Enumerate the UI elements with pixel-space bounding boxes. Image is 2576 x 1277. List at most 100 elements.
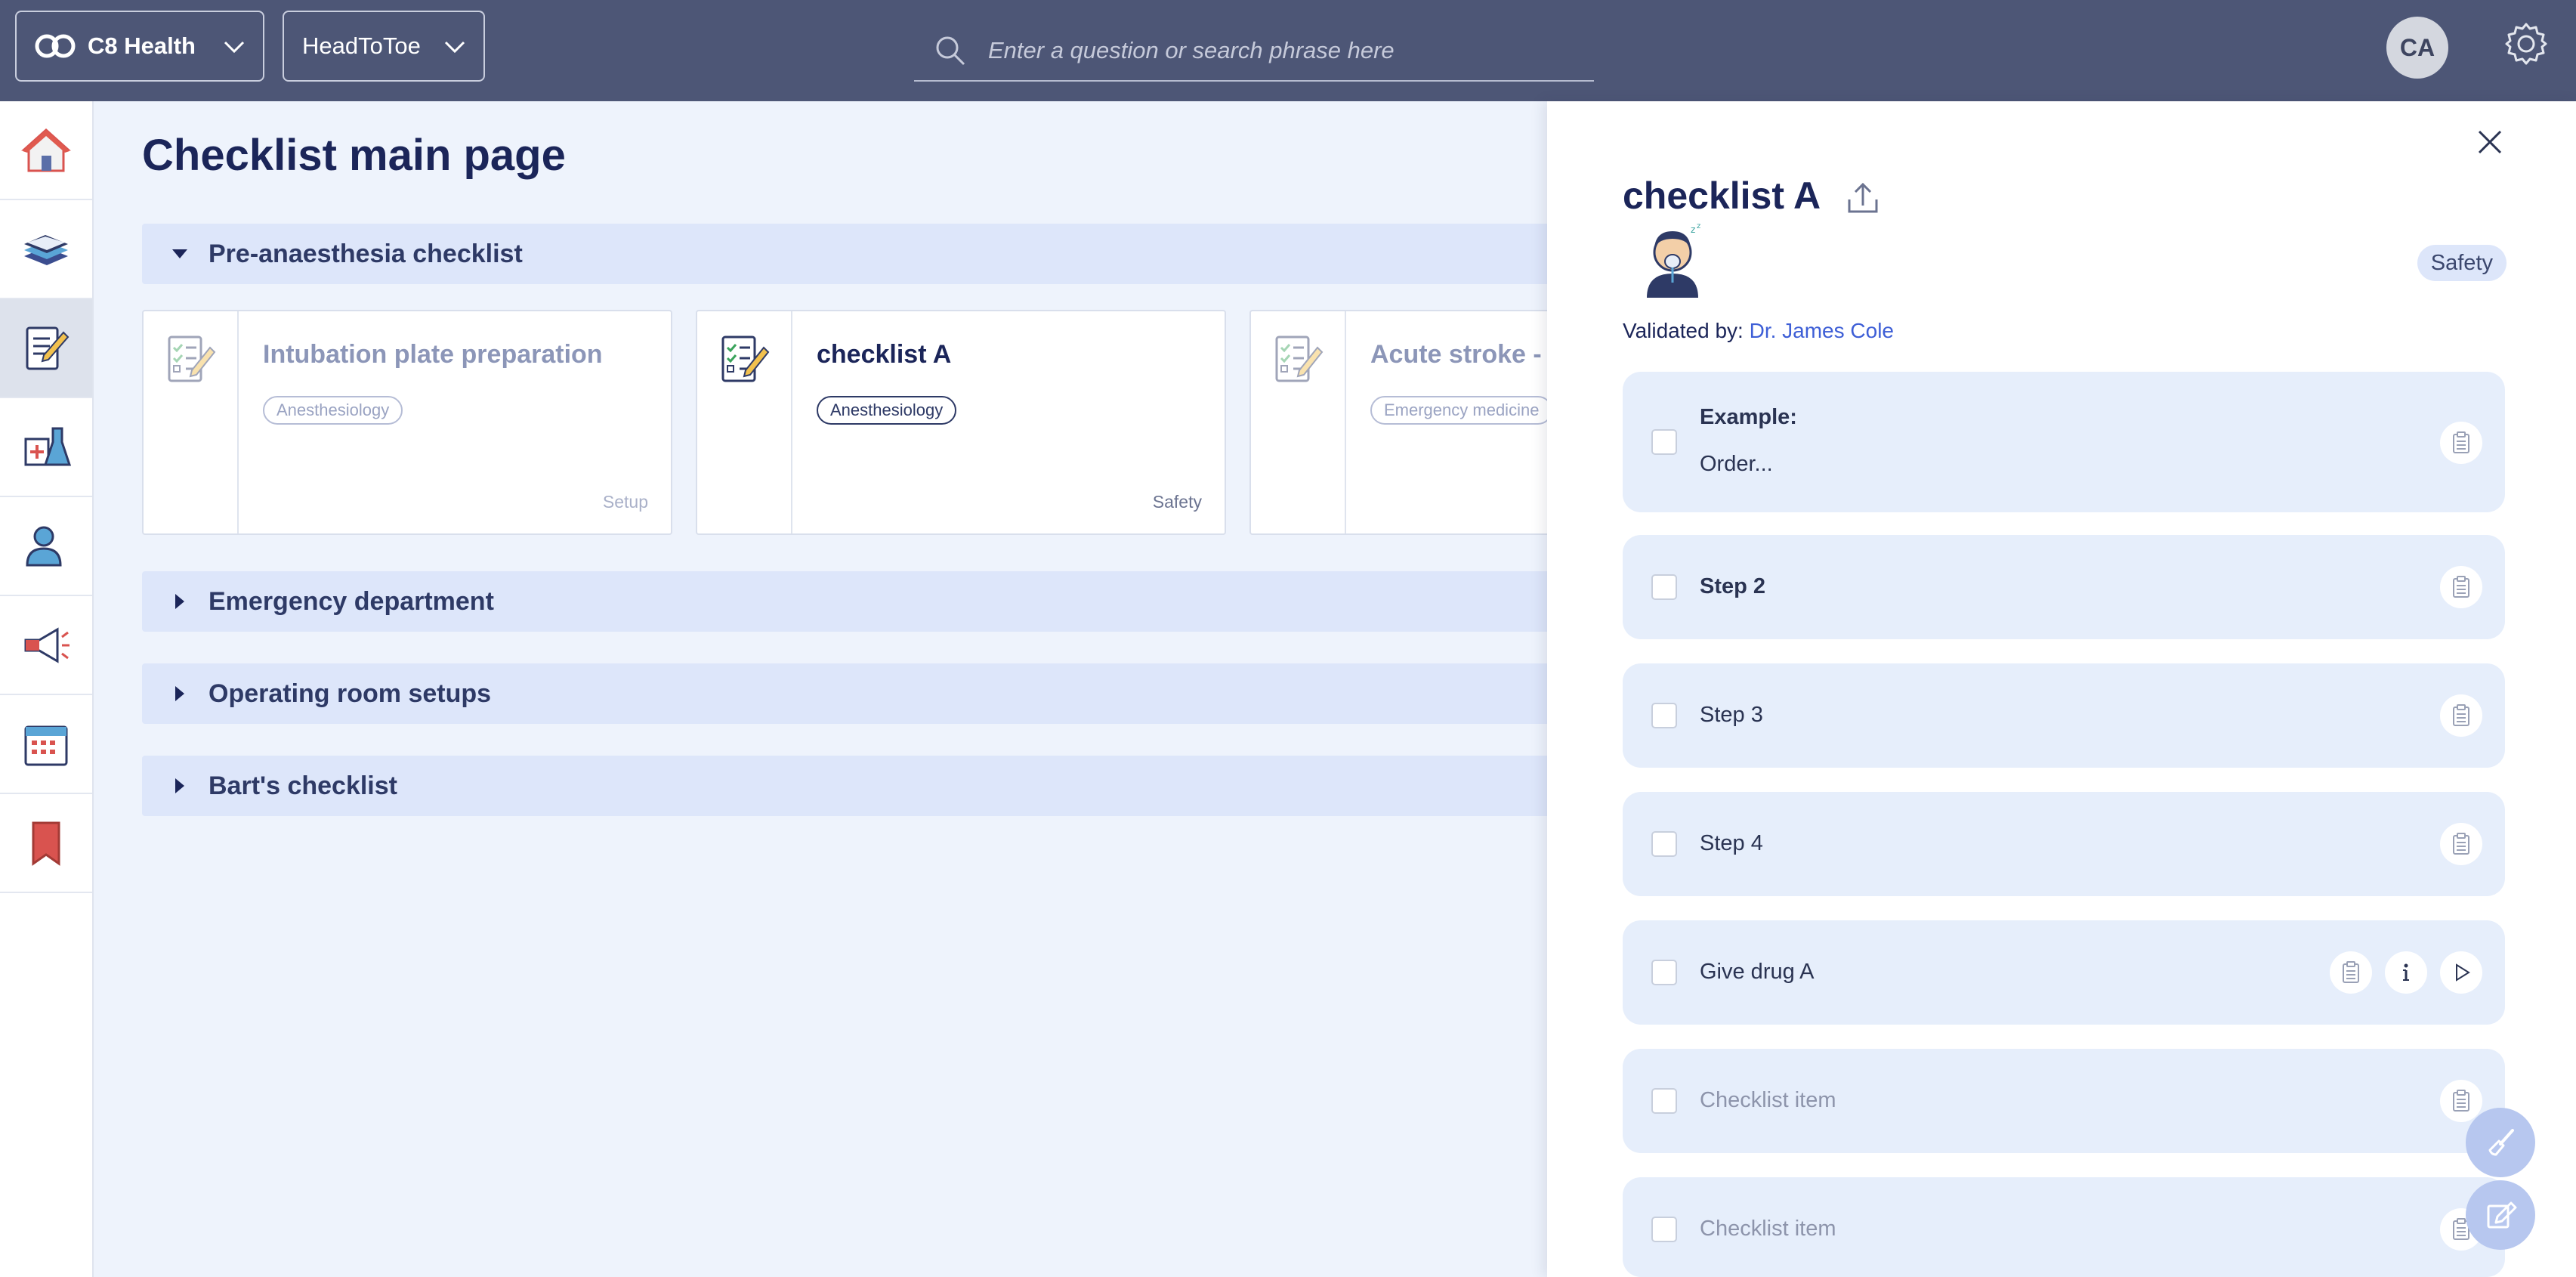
section-operating-room-setups[interactable]: Operating room setups	[142, 663, 1577, 724]
card-icon-column	[144, 311, 239, 533]
page-title: Checklist main page	[142, 131, 566, 180]
notes-button[interactable]	[2440, 1080, 2482, 1122]
notes-button[interactable]	[2440, 694, 2482, 737]
step-checkbox[interactable]	[1651, 1217, 1677, 1242]
section-pre-anaesthesia[interactable]: Pre-anaesthesia checklist	[142, 224, 1577, 284]
section-label: Operating room setups	[208, 679, 492, 708]
section-label: Bart's checklist	[208, 771, 397, 800]
sidebar-item-library[interactable]	[0, 200, 92, 299]
notes-button[interactable]	[2440, 823, 2482, 865]
step-title: Step 2	[1700, 574, 1766, 598]
step-subtitle: Order...	[1700, 452, 1773, 476]
sidebar-item-bookmarks[interactable]	[0, 794, 92, 893]
clipboard-icon	[2453, 704, 2469, 726]
user-avatar[interactable]: CA	[2386, 17, 2448, 79]
section-emergency-department[interactable]: Emergency department	[142, 571, 1577, 632]
info-icon	[2403, 963, 2409, 981]
c8-logo-icon	[35, 34, 76, 58]
workspace-selector[interactable]: HeadToToe	[283, 11, 485, 82]
sidebar	[0, 101, 94, 1277]
notes-button[interactable]	[2440, 566, 2482, 608]
play-button[interactable]	[2440, 951, 2482, 994]
calendar-icon	[24, 725, 68, 765]
close-icon[interactable]	[2473, 125, 2507, 159]
checklist-icon	[26, 326, 69, 369]
card-icon-column	[697, 311, 792, 533]
card-tag: Anesthesiology	[817, 396, 957, 425]
card-title: checklist A	[817, 340, 952, 369]
step-title: Give drug A	[1700, 960, 1815, 984]
category-badge: Safety	[2417, 245, 2507, 281]
caret-down-icon	[172, 249, 187, 258]
card-title: Intubation plate preparation	[263, 340, 603, 369]
checklist-step: Step 4	[1623, 792, 2505, 896]
step-title: Example:	[1700, 405, 1797, 429]
broom-icon	[2488, 1129, 2514, 1156]
top-bar: C8 Health HeadToToe CA	[0, 0, 2576, 101]
search-bar	[914, 21, 1594, 82]
step-checkbox[interactable]	[1651, 574, 1677, 600]
validator-link[interactable]: Dr. James Cole	[1750, 319, 1894, 342]
clipboard-icon	[2453, 1090, 2469, 1112]
sidebar-item-checklists[interactable]	[0, 299, 92, 398]
clipboard-icon	[2453, 576, 2469, 598]
checklist-detail-panel: checklist A z z Safety Validated by: Dr.…	[1547, 101, 2576, 1277]
share-icon[interactable]	[1843, 178, 1883, 218]
checklist-step: Example: Order...	[1623, 372, 2505, 512]
svg-text:z: z	[1697, 222, 1700, 230]
caret-right-icon	[175, 594, 184, 609]
clipboard-icon	[2453, 431, 2469, 453]
step-checkbox[interactable]	[1651, 831, 1677, 857]
step-checkbox[interactable]	[1651, 429, 1677, 455]
card-tag: Emergency medicine	[1370, 396, 1553, 425]
sidebar-item-announcements[interactable]	[0, 596, 92, 695]
workspace-name: HeadToToe	[302, 32, 421, 59]
section-label: Pre-anaesthesia checklist	[208, 239, 523, 268]
gear-icon[interactable]	[2502, 20, 2550, 68]
megaphone-icon	[24, 626, 69, 663]
search-input[interactable]	[988, 37, 1577, 64]
organization-name: C8 Health	[88, 32, 196, 59]
step-title: Step 4	[1700, 831, 1763, 855]
sidebar-item-people[interactable]	[0, 497, 92, 596]
edit-fab[interactable]	[2466, 1180, 2535, 1250]
step-checkbox[interactable]	[1651, 960, 1677, 985]
validated-by: Validated by: Dr. James Cole	[1623, 319, 1894, 343]
bookmark-icon	[32, 821, 60, 866]
clipboard-icon	[2343, 961, 2359, 983]
section-label: Emergency department	[208, 586, 494, 616]
anesthesia-mask-icon: z z	[1647, 222, 1700, 298]
card-tag: Anesthesiology	[263, 396, 403, 425]
broom-fab[interactable]	[2466, 1108, 2535, 1177]
step-title: Checklist item	[1700, 1088, 1836, 1112]
card-category: Safety	[1152, 492, 1202, 512]
chevron-down-icon	[444, 41, 465, 54]
sidebar-item-home[interactable]	[0, 101, 92, 200]
caret-right-icon	[175, 778, 184, 793]
validated-label: Validated by:	[1623, 319, 1744, 342]
lab-icon	[24, 427, 72, 465]
notes-button[interactable]	[2330, 951, 2372, 994]
clipboard-icon	[2453, 833, 2469, 855]
books-icon	[24, 234, 68, 265]
sidebar-item-calendar[interactable]	[0, 695, 92, 794]
home-icon	[21, 128, 71, 172]
notes-button[interactable]	[2440, 422, 2482, 464]
checklist-step: Give drug A	[1623, 920, 2505, 1025]
chevron-down-icon	[224, 41, 245, 54]
checklist-card[interactable]: checklist A Anesthesiology Safety	[696, 310, 1226, 535]
step-checkbox[interactable]	[1651, 703, 1677, 728]
panel-title: checklist A	[1623, 175, 1821, 217]
checklist-step: Step 3	[1623, 663, 2505, 768]
search-icon	[936, 36, 965, 66]
organization-selector[interactable]: C8 Health	[15, 11, 264, 82]
info-button[interactable]	[2385, 951, 2427, 994]
card-category: Setup	[602, 492, 648, 512]
section-barts-checklist[interactable]: Bart's checklist	[142, 756, 1577, 816]
checklist-step: Checklist item	[1623, 1049, 2505, 1153]
checklist-card[interactable]: Intubation plate preparation Anesthesiol…	[142, 310, 672, 535]
step-checkbox[interactable]	[1651, 1088, 1677, 1114]
svg-text:z: z	[1691, 224, 1695, 235]
sidebar-item-lab[interactable]	[0, 398, 92, 497]
main-content: Checklist main page Pre-anaesthesia chec…	[94, 101, 1780, 1277]
